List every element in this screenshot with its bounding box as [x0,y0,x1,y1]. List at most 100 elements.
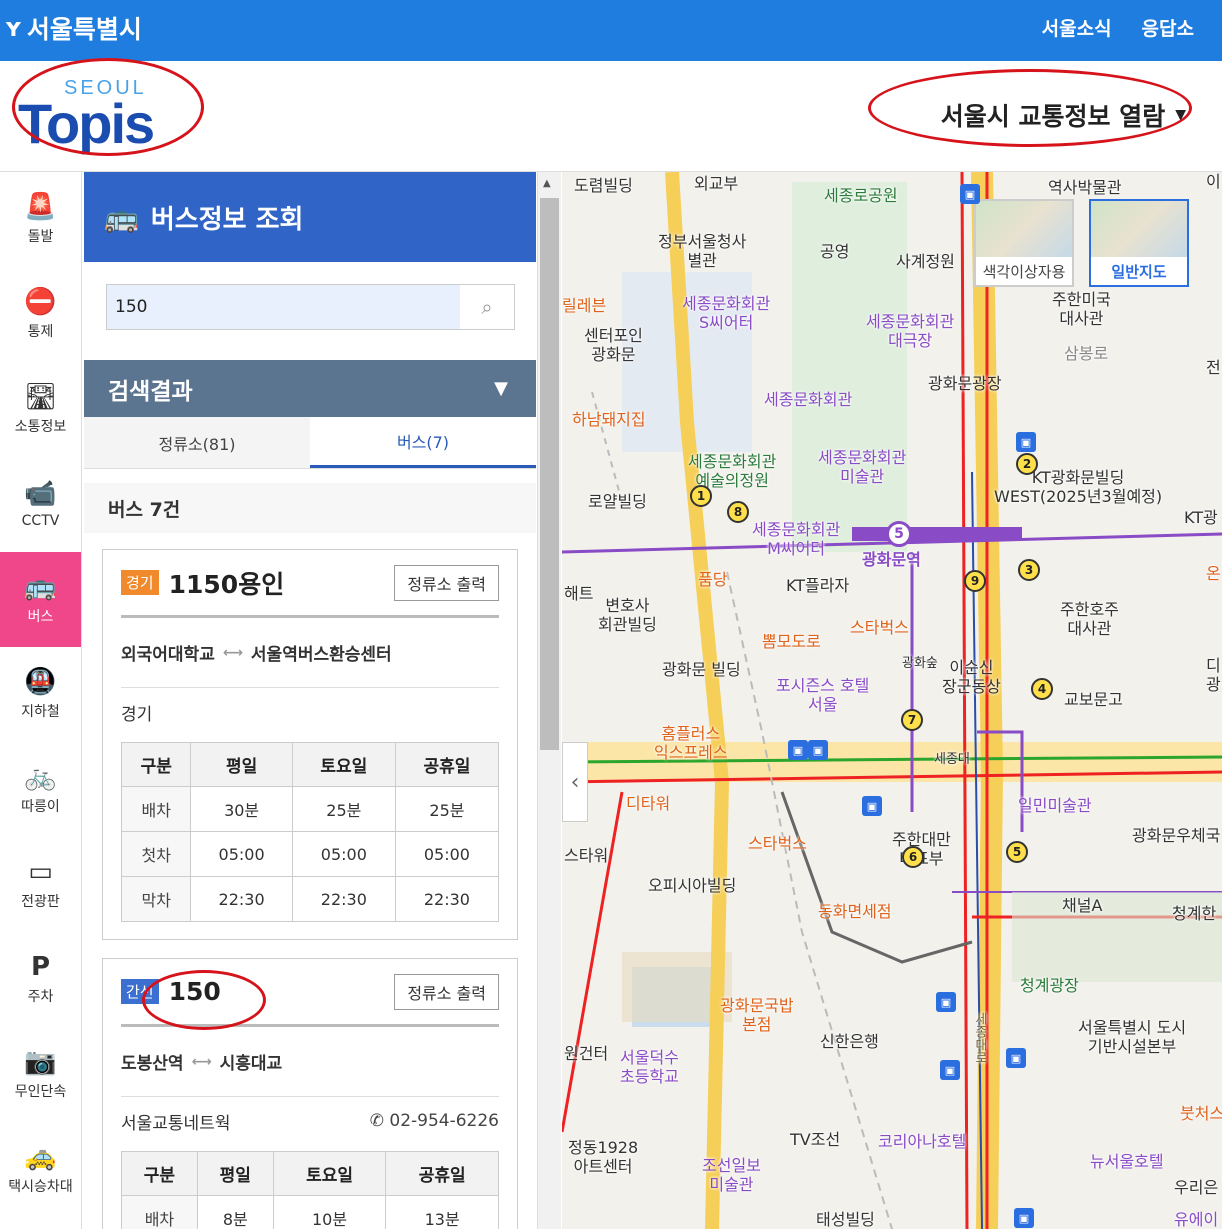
nav-item-cctv[interactable]: 📹 CCTV [0,457,81,552]
camera-icon: 📹 [24,478,57,509]
subway-exit-pin[interactable]: 2 [1016,453,1038,475]
map-type-colorblind[interactable]: 색각이상자용 [974,199,1074,287]
bus-stop-icon[interactable]: ▣ [936,992,956,1012]
result-count: 버스 7건 [84,483,536,533]
map-label: 세종문화회관 M씨어터 [752,520,841,558]
map-type-normal[interactable]: 일반지도 [1089,199,1189,287]
nav-item-traffic[interactable]: 🛣 소통정보 [0,362,81,457]
bus-stop-icon[interactable]: ▣ [960,184,980,204]
map-label: 일민미술관 [1018,796,1092,815]
map-label: 오피시아빌딩 [648,876,737,895]
nav-item-enforcement[interactable]: 📷 무인단속 [0,1027,81,1122]
bus-stop-icon[interactable]: ▣ [788,740,808,760]
map-label: 품당 [698,570,728,589]
print-stops-button[interactable]: 정류소 출력 [394,973,499,1010]
subway-exit-pin[interactable]: 3 [1018,559,1040,581]
subway-exit-pin[interactable]: 1 [690,485,712,507]
table-row: 배차 30분 25분 25분 [120,786,500,832]
map-label: TV조선 [790,1130,841,1149]
results-header[interactable]: 검색결과 ▼ [84,360,536,417]
bus-number[interactable]: 1150용인 [169,565,285,601]
print-stops-button[interactable]: 정류소 출력 [394,564,499,601]
bus-route: 외국어대학교 ⟷ 서울역버스환승센터 [121,618,499,688]
map-label: 세종문화회관 대극장 [866,312,955,350]
search-icon[interactable]: ⌕ [460,295,514,319]
sign-board-icon: ▭ [28,856,53,887]
map-label: 변호사 회관빌딩 [598,596,657,634]
tab-bus[interactable]: 버스(7) [310,417,536,468]
bus-icon: 🚌 [104,200,139,234]
bus-stop-icon[interactable]: ▣ [808,740,828,760]
bus-type-badge: 경기 [121,570,159,595]
bus-number[interactable]: 150 [169,977,221,1006]
nav-item-parking[interactable]: P 주차 [0,932,81,1027]
map-label: 동화면세점 [818,902,892,921]
no-entry-icon: ⛔ [24,286,57,317]
map-label: 주한미국 대사관 [1052,290,1111,328]
panel-header: 🚌 버스정보 조회 [84,172,536,262]
scrollbar-thumb[interactable] [540,198,559,750]
map-label: 주한호주 대사관 [1060,600,1119,638]
subway-exit-pin[interactable]: 7 [901,709,923,731]
view-select-dropdown[interactable]: 서울시 교통정보 열람 ▼ [941,97,1186,133]
speed-camera-icon: 📷 [24,1046,57,1077]
nav-item-sign-board[interactable]: ▭ 전광판 [0,837,81,932]
bidirectional-arrow-icon: ⟷ [222,644,243,661]
map-label: 세종문화회관 미술관 [818,448,907,486]
nav-item-bus[interactable]: 🚌 버스 [0,552,81,647]
nav-item-taxi[interactable]: 🚕 택시승차대 [0,1122,81,1217]
nav-item-subway[interactable]: 🚇 지하철 [0,647,81,742]
siren-icon: 🚨 [24,191,57,222]
subway-exit-pin[interactable]: 5 [1006,841,1028,863]
table-row: 배차 8분 10분 13분 [121,1195,499,1229]
subway-station-marker[interactable]: 5 [886,521,912,547]
map-view[interactable]: 색각이상자용 일반지도 ‹ 도렴빌딩 외교부 세종로공원 역사박물관 정부서울청… [562,172,1222,1229]
bus-stop-icon[interactable]: ▣ [940,1060,960,1080]
subway-exit-pin[interactable]: 4 [1031,678,1053,700]
seoul-city-home-link[interactable]: ʏ 서울특별시 [4,10,142,46]
collapse-triangle-icon[interactable]: ▼ [494,378,508,399]
map-label: 붓처스 [1180,1104,1222,1123]
map-label: 원건터 [564,1044,609,1063]
bus-card: 경기 1150용인 정류소 출력 외국어대학교 ⟷ 서울역버스환승센터 경기 구… [102,549,518,940]
map-label: 센터포인 광화문 [584,326,643,364]
map-label: 릴레븐 [562,296,607,315]
tab-stops[interactable]: 정류소(81) [84,417,310,468]
nav-item-incident[interactable]: 🚨 돌발 [0,172,81,267]
seoul-news-link[interactable]: 서울소식 [1042,14,1112,41]
map-label: 세종대로 [972,1012,987,1064]
subway-exit-pin[interactable]: 9 [964,570,986,592]
map-label: 역사박물관 [1048,178,1122,197]
top-bar: ʏ 서울특별시 서울소식 응답소 [0,0,1222,61]
search-input[interactable]: 150 [107,285,460,329]
map-label: 세종로공원 [824,186,898,205]
map-label: 스타워 [564,846,609,865]
map-label: 온 [1206,564,1221,583]
map-label: 이순신 장군동상 [942,658,1001,696]
subway-exit-pin[interactable]: 6 [902,846,924,868]
bus-stop-icon[interactable]: ▣ [1006,1048,1026,1068]
bus-stop-icon[interactable]: ▣ [1014,1208,1034,1228]
map-label: 태성빌딩 [816,1210,875,1229]
scroll-up-icon[interactable]: ▲ [543,178,551,189]
nav-item-control[interactable]: ⛔ 통제 [0,267,81,362]
collapse-panel-button[interactable]: ‹ [562,742,588,822]
map-label: 서울덕수 초등학교 [620,1048,679,1086]
map-label: 채널A [1062,896,1103,915]
bus-stop-icon[interactable]: ▣ [862,796,882,816]
topis-logo[interactable]: SEOUL Topis [14,73,204,161]
map-label: 해트 [564,584,594,603]
map-label: 사계정원 [896,252,955,271]
map-label: 스타벅스 [748,834,807,853]
map-label: 뽐모도로 [762,632,821,651]
panel-scrollbar[interactable]: ▲ [537,172,561,1229]
left-nav: 🚨 돌발 ⛔ 통제 🛣 소통정보 📹 CCTV 🚌 버스 🚇 지하철 🚲 따릉이 ▭ 전광판 P… [0,172,82,1229]
subway-exit-pin[interactable]: 8 [727,501,749,523]
map-label: 광화숲 [902,656,938,671]
response-center-link[interactable]: 응답소 [1142,14,1194,41]
chevron-left-icon: ‹ [570,769,580,795]
map-label: 서울특별시 도시 기반시설본부 [1078,1018,1187,1056]
bus-stop-icon[interactable]: ▣ [1016,432,1036,452]
nav-item-bike[interactable]: 🚲 따릉이 [0,742,81,837]
schedule-table: 구분 평일 토요일 공휴일 배차 8분 10분 13분 [121,1151,499,1229]
